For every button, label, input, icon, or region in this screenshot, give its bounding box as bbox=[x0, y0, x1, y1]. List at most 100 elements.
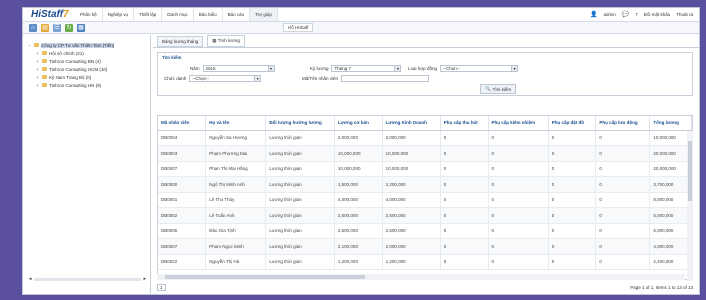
table-row[interactable]: DB0002 Lê Tuấn Anh Lương thời gian 2,500,00… bbox=[158, 207, 692, 224]
table-row[interactable]: DB0001 Lê Thu Thủy Lương thời gian 4,000,00… bbox=[158, 192, 692, 208]
scroll-track[interactable] bbox=[33, 277, 142, 281]
table-row[interactable]: DB0022 Nguyễn Thị Hà Lương thời gian 1,200,… bbox=[158, 254, 692, 270]
change-password-link[interactable]: Đổi mật khẩu bbox=[644, 12, 671, 17]
table-cell: 0 bbox=[440, 161, 489, 177]
column-header[interactable]: Tổng lương bbox=[649, 116, 692, 131]
table-cell: 8,000,000 bbox=[649, 192, 692, 208]
tree-node[interactable]: + Tiehron Consulting HN (9) bbox=[27, 81, 146, 89]
column-header[interactable]: Mã nhân viên bbox=[158, 116, 207, 131]
menu-item[interactable]: Bảo biểu bbox=[194, 8, 223, 21]
column-header[interactable]: Phụ cấp đặt đồ bbox=[548, 116, 597, 131]
search-button[interactable]: 🔍 Tìm kiếm bbox=[480, 84, 517, 94]
refresh-icon[interactable]: ↻ bbox=[65, 23, 73, 32]
tab-calculate-payroll[interactable]: ▦ Tính lương bbox=[207, 35, 245, 47]
table-cell: 0 bbox=[440, 192, 489, 208]
employee-row: Mã/Tên nhân viên bbox=[302, 75, 430, 82]
table-row[interactable]: DB0003 Phạm Phương Mai Lương thời gian 10,0… bbox=[158, 145, 692, 162]
table-cell: 0 bbox=[440, 176, 489, 193]
position-select[interactable]: --Chọn-- ▾ bbox=[189, 75, 262, 82]
logout-link[interactable]: Thoát ra bbox=[676, 12, 693, 17]
menu-item[interactable]: Trợ giúp bbox=[250, 8, 278, 21]
table-cell: Lương thời gian bbox=[265, 176, 335, 193]
expand-icon[interactable]: + bbox=[35, 83, 40, 88]
home-icon[interactable]: ⌂ bbox=[29, 23, 37, 32]
menu-item[interactable]: Báo cáo bbox=[223, 8, 251, 21]
notification-icon[interactable]: 💬 bbox=[622, 11, 629, 18]
tree-node[interactable]: + Hội sở chính (21) bbox=[27, 49, 146, 57]
employee-input[interactable] bbox=[341, 75, 430, 82]
tab-monthly-payroll[interactable]: Bảng lương tháng bbox=[157, 35, 204, 47]
grid-horizontal-scrollbar[interactable] bbox=[157, 274, 685, 280]
page-number[interactable]: 1 bbox=[157, 283, 166, 291]
table-row[interactable]: DB0007 Phan Thị Mai Hằng Lương thời gian 10… bbox=[158, 161, 692, 177]
table-cell: 10,000,000 bbox=[334, 145, 383, 162]
table-cell: DB0001 bbox=[158, 192, 207, 208]
table-cell: Ngô Thị Minh Anh bbox=[205, 176, 267, 193]
expand-icon[interactable]: + bbox=[35, 75, 40, 80]
table-cell: 0 bbox=[548, 161, 597, 177]
column-header[interactable]: Phụ cấp thu hút bbox=[440, 116, 489, 131]
folder-icon[interactable]: ▤ bbox=[41, 23, 49, 32]
table-cell: 5,000,000 bbox=[649, 207, 692, 224]
tree-scrollbar[interactable]: ◂ ▸ bbox=[29, 276, 146, 282]
table-row[interactable]: DB0006 Đào Gia Tịnh Lương thời gian 2,500,0… bbox=[158, 223, 692, 239]
column-header[interactable]: Lương cơ bản bbox=[334, 116, 383, 131]
grid-icon[interactable]: ▦ bbox=[77, 23, 85, 32]
scroll-right-icon[interactable]: ▸ bbox=[143, 276, 146, 282]
username[interactable]: admin bbox=[603, 12, 615, 17]
table-cell: 0 bbox=[548, 207, 597, 224]
year-select[interactable]: 2015 ▾ bbox=[202, 65, 275, 72]
tree-node[interactable]: + Tiehron Consulting BN (4) bbox=[27, 57, 146, 65]
table-cell: 0 bbox=[488, 238, 549, 255]
table-cell: 0 bbox=[595, 130, 651, 146]
scroll-left-icon[interactable]: ◂ bbox=[29, 276, 32, 282]
table-cell: DB0007 bbox=[158, 161, 207, 177]
column-header[interactable]: Đối tượng hưởng lương bbox=[265, 116, 335, 131]
period-select[interactable]: Tháng 7 ▾ bbox=[331, 65, 402, 72]
period-row: Kỳ lương Tháng 7 ▾ bbox=[310, 65, 402, 72]
menu-item[interactable]: Nghiệp vụ bbox=[103, 8, 135, 21]
table-row[interactable]: DB0000 Ngô Thị Minh Anh Lương thời gian 1,5… bbox=[158, 176, 692, 193]
tree-node[interactable]: − Công ty CP Tư vấn Thiên Tam (Tiến) bbox=[27, 41, 146, 49]
table-cell: 20,000,000 bbox=[649, 145, 692, 162]
collapse-icon[interactable]: − bbox=[27, 43, 32, 48]
year-row: Năm 2015 ▾ bbox=[190, 65, 275, 72]
table-cell: 0 bbox=[548, 130, 597, 146]
table-cell: DB0003 bbox=[158, 145, 207, 162]
column-header[interactable]: Họ và tên bbox=[205, 116, 267, 131]
table-row[interactable]: DB0004 Nguyễn Sa Hương Lương thời gian 2,00… bbox=[158, 130, 692, 146]
table-cell: 0 bbox=[488, 223, 549, 239]
table-cell: 0 bbox=[548, 223, 597, 239]
tab-bar: Bảng lương tháng ▦ Tính lương bbox=[153, 35, 699, 48]
folder-icon bbox=[34, 43, 39, 47]
grid-vertical-scrollbar[interactable] bbox=[687, 131, 693, 281]
table-cell: 0 bbox=[595, 254, 651, 270]
scroll-thumb[interactable] bbox=[165, 275, 365, 279]
table-cell: 10,000,000 bbox=[334, 161, 383, 177]
expand-icon[interactable]: + bbox=[35, 51, 40, 56]
table-cell: 2,000,000 bbox=[382, 238, 441, 255]
table-cell: 20,000,000 bbox=[649, 161, 692, 177]
table-cell: Lê Thu Thủy bbox=[205, 192, 267, 208]
menu-item[interactable]: Thiết lập bbox=[134, 8, 163, 21]
tree-node-label: Tiehron Consulting HN (9) bbox=[49, 82, 102, 88]
column-header[interactable]: Phụ cấp lưu động bbox=[595, 116, 651, 131]
tree-node[interactable]: + Kỹ Nam Trang Bộ (0) bbox=[27, 73, 146, 81]
menu-item[interactable]: Phân hệ bbox=[75, 8, 103, 21]
contract-select[interactable]: --Chọn-- ▾ bbox=[439, 65, 518, 72]
user-icon: 👤 bbox=[589, 12, 598, 18]
chevron-down-icon: ▾ bbox=[267, 66, 274, 71]
column-header[interactable]: Phụ cấp kiêm nhiệm bbox=[488, 116, 549, 131]
menu-item[interactable]: Danh mục bbox=[162, 8, 194, 21]
expand-icon[interactable]: + bbox=[35, 59, 40, 64]
scroll-thumb[interactable] bbox=[688, 141, 692, 201]
tree-node[interactable]: + Tiehron Consulting HCM (10) bbox=[27, 65, 146, 73]
table-row[interactable]: DB0007 Phạm Ngọc Minh Lương thời gian 2,100… bbox=[158, 238, 692, 255]
app-window: HiStaff7 Phân hệ Nghiệp vụ Thiết lập Danh m… bbox=[22, 7, 700, 295]
column-header[interactable]: Lương Kinh Doanh bbox=[382, 116, 441, 131]
table-cell: DB0007 bbox=[158, 238, 207, 255]
table-cell: 4,000,000 bbox=[382, 192, 441, 208]
list-icon[interactable]: ☰ bbox=[53, 23, 61, 32]
expand-icon[interactable]: + bbox=[35, 67, 40, 72]
table-cell: Lương thời gian bbox=[265, 130, 335, 146]
